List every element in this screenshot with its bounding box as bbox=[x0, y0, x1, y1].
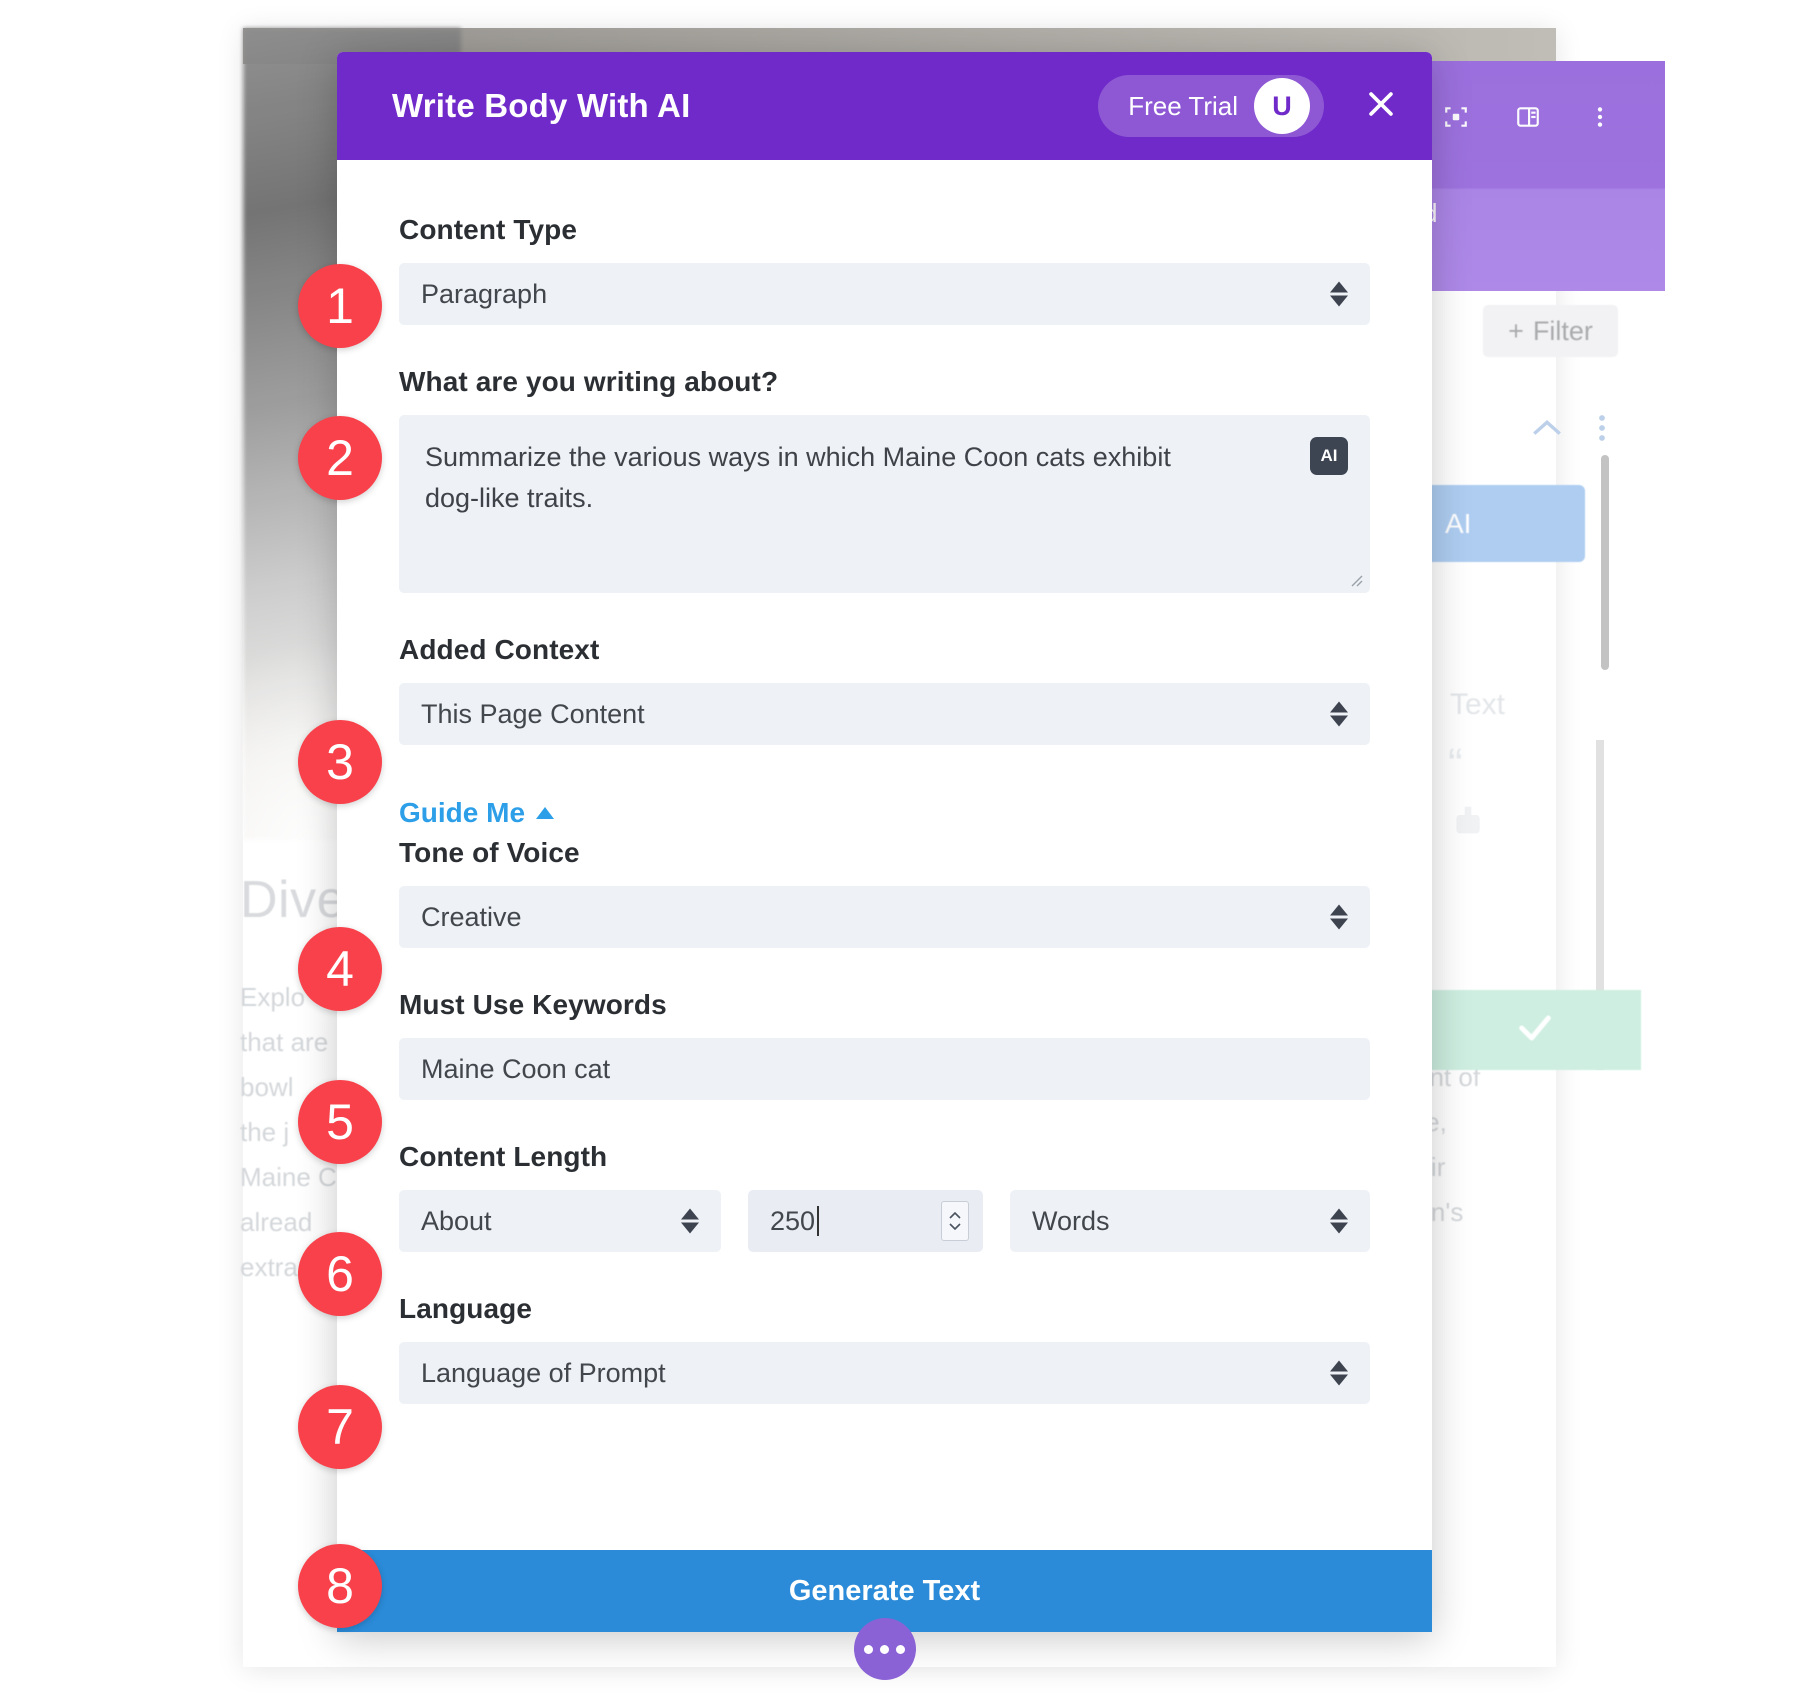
chevron-down-icon[interactable] bbox=[949, 1223, 961, 1230]
chevron-up-icon[interactable] bbox=[949, 1212, 961, 1219]
filter-label: Filter bbox=[1532, 315, 1593, 346]
added-context-label: Added Context bbox=[399, 634, 600, 665]
writing-about-value: Summarize the various ways in which Main… bbox=[425, 442, 1171, 513]
content-length-amount-input[interactable]: 250 bbox=[748, 1190, 983, 1252]
free-trial-badge[interactable]: Free Trial U bbox=[1098, 75, 1324, 137]
callout-1: 1 bbox=[298, 264, 382, 348]
close-button[interactable] bbox=[1354, 79, 1408, 133]
chevron-updown-icon bbox=[681, 1208, 699, 1234]
more-vertical-icon[interactable] bbox=[1587, 104, 1613, 130]
callout-3: 3 bbox=[298, 720, 382, 804]
tone-of-voice-value: Creative bbox=[421, 901, 522, 932]
more-vertical-icon[interactable] bbox=[1598, 413, 1606, 448]
added-context-value: This Page Content bbox=[421, 698, 645, 729]
callout-7: 7 bbox=[298, 1385, 382, 1469]
avatar[interactable]: U bbox=[1254, 78, 1310, 134]
background-blue-button[interactable]: AI bbox=[1425, 485, 1585, 562]
content-length-qualifier-value: About bbox=[421, 1205, 492, 1236]
chevron-updown-icon bbox=[1330, 1360, 1348, 1386]
must-use-keywords-label: Must Use Keywords bbox=[399, 989, 667, 1020]
chevron-updown-icon bbox=[1330, 904, 1348, 930]
content-length-unit-select[interactable]: Words bbox=[1010, 1190, 1370, 1252]
layout-panel-icon[interactable] bbox=[1515, 104, 1541, 130]
added-context-select[interactable]: This Page Content bbox=[399, 683, 1370, 745]
text-cursor bbox=[817, 1206, 820, 1236]
callout-6: 6 bbox=[298, 1232, 382, 1316]
dot bbox=[896, 1644, 905, 1654]
check-icon bbox=[1515, 1008, 1555, 1053]
content-length-amount-value: 250 bbox=[770, 1205, 816, 1236]
background-filter-button[interactable]: + Filter bbox=[1483, 305, 1618, 357]
must-use-keywords-value: Maine Coon cat bbox=[421, 1053, 611, 1084]
content-type-label: Content Type bbox=[399, 214, 578, 245]
writing-about-textarea[interactable]: Summarize the various ways in which Main… bbox=[399, 415, 1370, 593]
callout-8: 8 bbox=[298, 1544, 382, 1628]
plus-icon: + bbox=[1508, 315, 1524, 346]
caret-up-icon bbox=[536, 807, 555, 819]
language-label: Language bbox=[399, 1293, 533, 1324]
chevron-up-icon[interactable] bbox=[1530, 418, 1564, 443]
modal-header: Write Body With AI Free Trial U bbox=[337, 52, 1432, 160]
ai-badge-icon[interactable]: AI bbox=[1310, 437, 1348, 475]
focus-frame-icon[interactable] bbox=[1443, 104, 1469, 130]
background-row-controls bbox=[1530, 410, 1640, 450]
content-length-label: Content Length bbox=[399, 1141, 608, 1172]
tone-of-voice-select[interactable]: Creative bbox=[399, 886, 1370, 948]
content-length-qualifier-select[interactable]: About bbox=[399, 1190, 721, 1252]
resize-handle-icon[interactable] bbox=[1347, 571, 1363, 587]
background-accept-button[interactable] bbox=[1428, 990, 1641, 1070]
more-dots-fab[interactable] bbox=[853, 1618, 916, 1680]
background-body-right: cent ofure,heiroon's bbox=[1402, 1062, 1481, 1227]
paint-bucket-icon bbox=[1448, 800, 1488, 845]
language-value: Language of Prompt bbox=[421, 1357, 666, 1388]
dot bbox=[880, 1644, 889, 1654]
close-icon bbox=[1364, 87, 1398, 126]
content-type-select[interactable]: Paragraph bbox=[399, 263, 1370, 325]
language-select[interactable]: Language of Prompt bbox=[399, 1342, 1370, 1404]
modal-title: Write Body With AI bbox=[392, 87, 691, 124]
quote-icon: “ bbox=[1448, 740, 1463, 789]
free-trial-label: Free Trial bbox=[1128, 90, 1238, 121]
screenshot-root: Dive Explo that are bowl the j Maine Calread… bbox=[0, 0, 1800, 1699]
guide-me-label: Guide Me bbox=[399, 797, 526, 828]
writing-about-label: What are you writing about? bbox=[399, 366, 779, 397]
must-use-keywords-input[interactable]: Maine Coon cat bbox=[399, 1038, 1370, 1100]
content-type-value: Paragraph bbox=[421, 278, 548, 309]
content-length-row: About 250 Words bbox=[399, 1190, 1370, 1252]
write-body-with-ai-modal: Write Body With AI Free Trial U Content … bbox=[337, 52, 1432, 1680]
callout-2: 2 bbox=[298, 416, 382, 500]
chevron-updown-icon bbox=[1330, 1208, 1348, 1234]
quantity-stepper[interactable] bbox=[941, 1201, 969, 1241]
tone-of-voice-label: Tone of Voice bbox=[399, 837, 580, 868]
background-scrollbar[interactable] bbox=[1601, 455, 1609, 670]
callout-5: 5 bbox=[298, 1080, 382, 1164]
guide-me-toggle[interactable]: Guide Me bbox=[399, 797, 1370, 829]
dot bbox=[864, 1644, 873, 1654]
background-builder-toolbar bbox=[1425, 95, 1665, 139]
chevron-updown-icon bbox=[1330, 281, 1348, 307]
modal-body: Content Type Paragraph What are you writ… bbox=[337, 160, 1432, 1404]
background-heading: Dive bbox=[240, 871, 347, 929]
chevron-updown-icon bbox=[1330, 701, 1348, 727]
content-length-unit-value: Words bbox=[1032, 1205, 1110, 1236]
background-text-label: Text bbox=[1450, 688, 1506, 721]
callout-4: 4 bbox=[298, 927, 382, 1011]
